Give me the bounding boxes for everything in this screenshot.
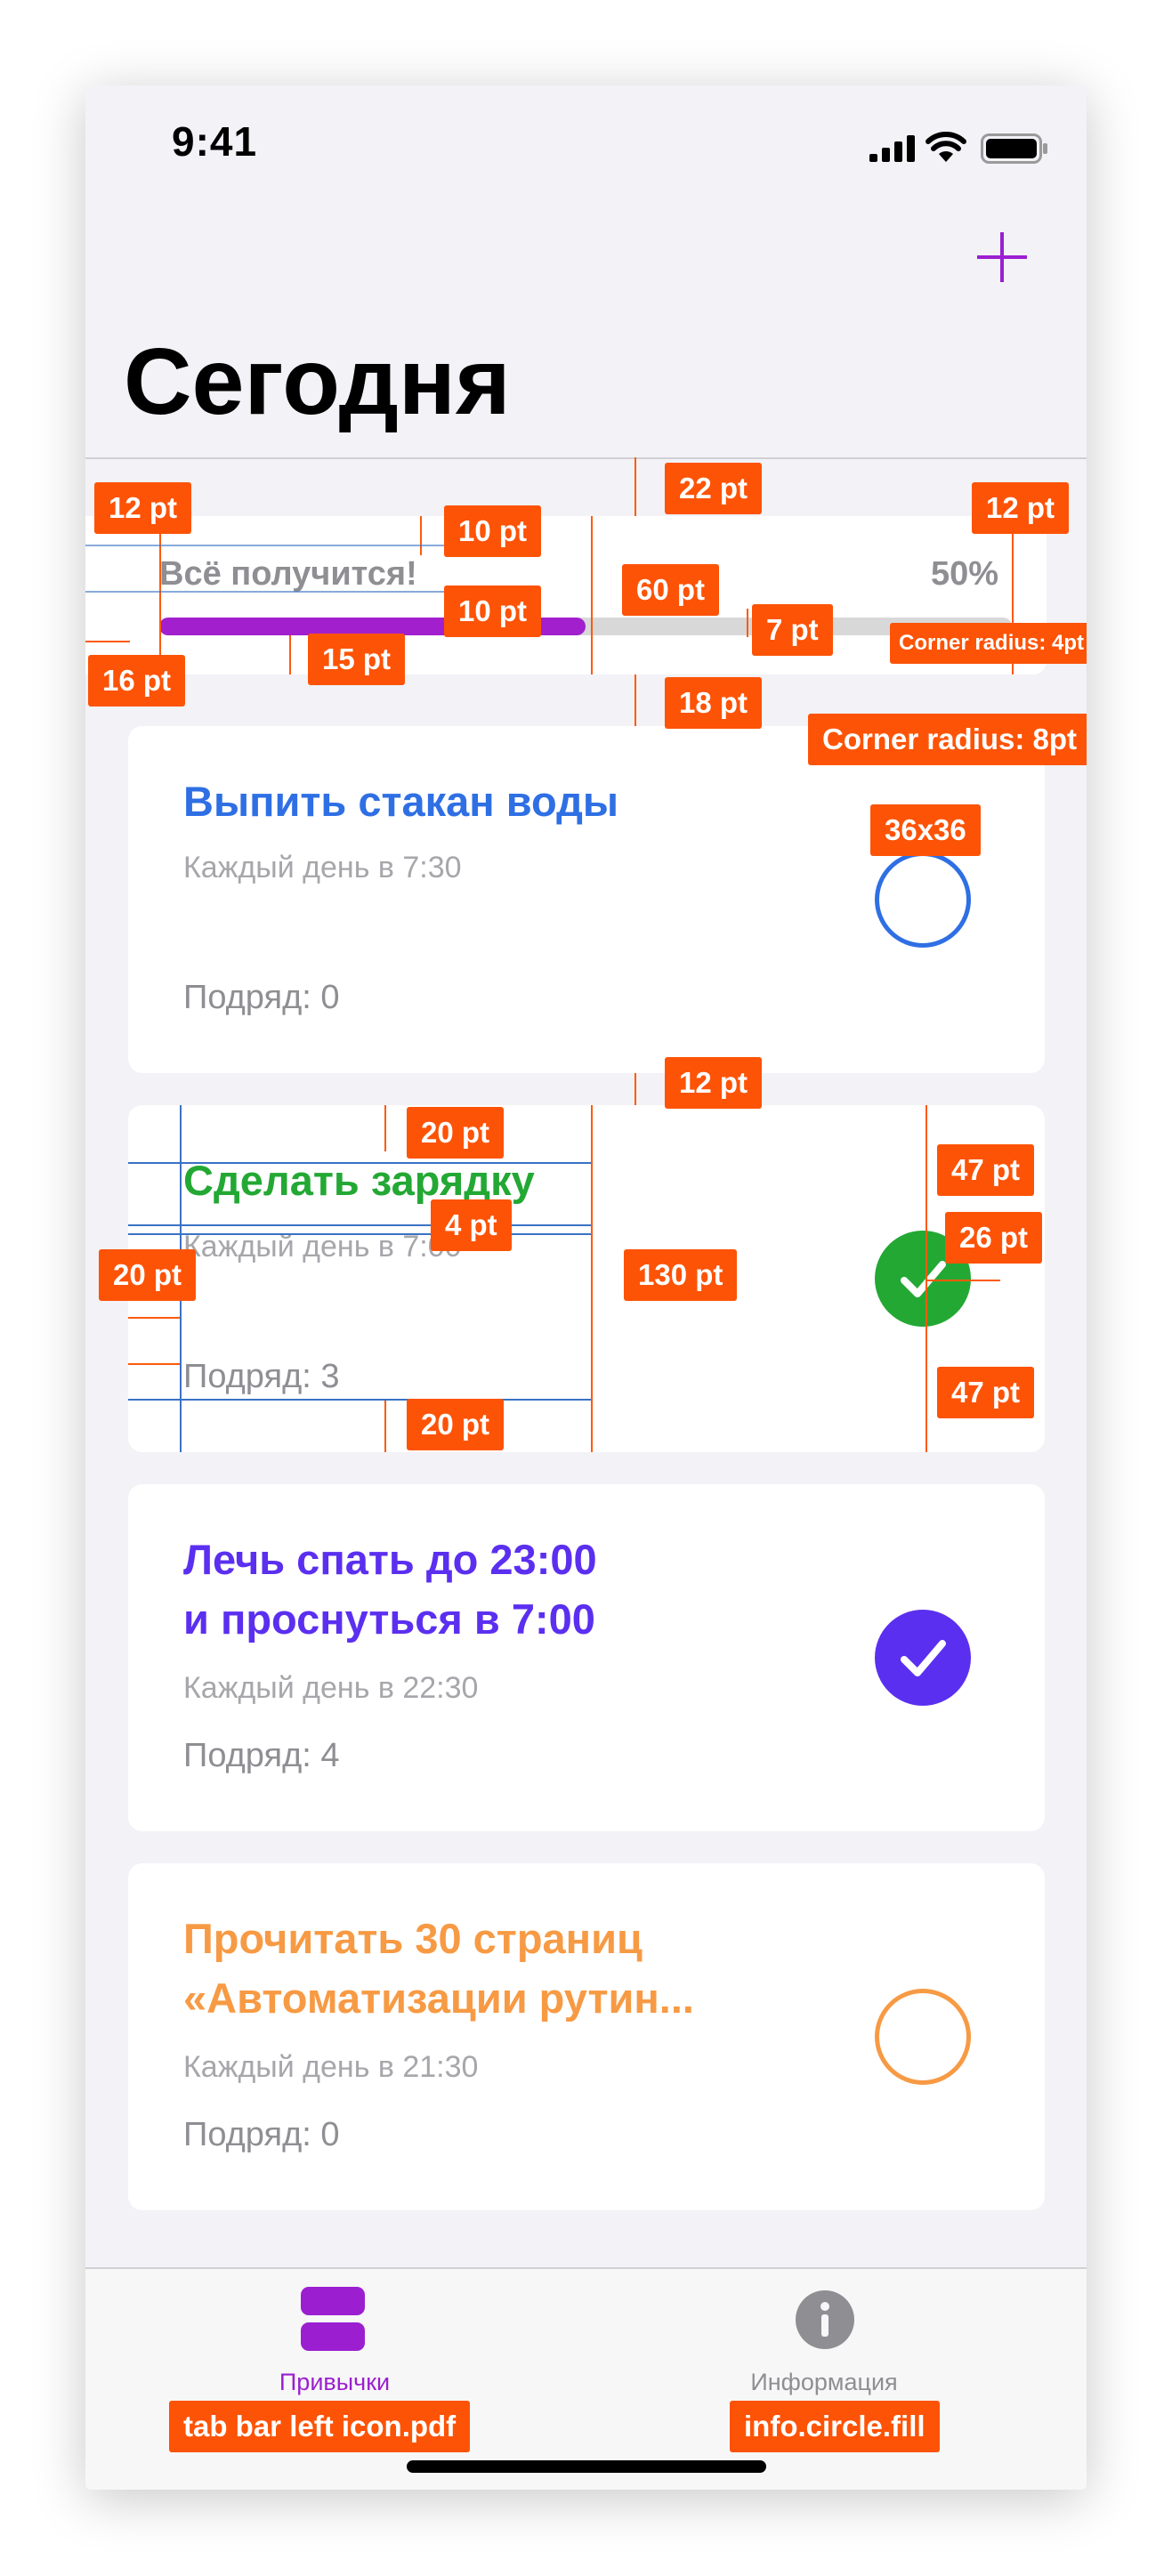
habit-streak: Подряд: 4 bbox=[183, 1737, 340, 1774]
annotation-tag: 47 pt bbox=[937, 1367, 1035, 1418]
habit-schedule: Каждый день в 22:30 bbox=[183, 1671, 479, 1705]
annotation-tag: 15 pt bbox=[308, 634, 406, 685]
habit-card[interactable]: Прочитать 30 страниц «Автоматизации рути… bbox=[128, 1863, 1045, 2210]
phone-screen: 9:41 Сегодня Всё получится! 50% Выпить с… bbox=[85, 85, 1087, 2490]
progress-percent: 50% bbox=[931, 555, 999, 593]
signal-icon bbox=[869, 135, 916, 162]
annotation-tag: 20 pt bbox=[407, 1399, 505, 1450]
annotation-line bbox=[128, 1162, 591, 1164]
add-habit-plus-icon[interactable] bbox=[977, 232, 1027, 282]
annotation-line bbox=[85, 591, 477, 593]
annotation-tag: 16 pt bbox=[88, 655, 186, 707]
annotation-line bbox=[591, 516, 593, 674]
annotation-line bbox=[747, 609, 748, 637]
tab-habits-label: Привычки bbox=[279, 2369, 391, 2395]
annotation-tag: 12 pt bbox=[972, 482, 1070, 534]
home-indicator bbox=[407, 2460, 766, 2473]
annotation-line bbox=[384, 1105, 386, 1151]
annotation-line bbox=[634, 1073, 636, 1105]
info-circle-fill-icon bbox=[796, 2290, 854, 2349]
habit-streak: Подряд: 0 bbox=[183, 979, 340, 1016]
annotation-tag: 36x36 bbox=[870, 804, 981, 856]
annotation-tag: info.circle.fill bbox=[730, 2401, 940, 2452]
annotation-line bbox=[128, 1399, 591, 1401]
annotation-tag: Corner radius: 8pt bbox=[808, 714, 1087, 765]
annotation-tag: 22 pt bbox=[665, 463, 763, 514]
progress-label: Всё получится! bbox=[159, 555, 417, 593]
habit-title: Выпить стакан воды bbox=[183, 778, 619, 825]
habit-streak: Подряд: 3 bbox=[183, 1358, 340, 1395]
annotation-line bbox=[128, 1224, 591, 1226]
annotation-line bbox=[925, 1280, 1000, 1281]
habit-card[interactable]: Выпить стакан воды Каждый день в 7:30 По… bbox=[128, 726, 1045, 1073]
tab-info-label: Информация bbox=[750, 2369, 898, 2395]
habit-schedule: Каждый день в 21:30 bbox=[183, 2050, 479, 2084]
battery-icon bbox=[981, 133, 1048, 164]
annotation-line bbox=[85, 641, 130, 642]
annotation-line bbox=[384, 1399, 386, 1452]
annotation-tag: 7 pt bbox=[752, 604, 833, 656]
habit-schedule: Каждый день в 7:30 bbox=[183, 851, 462, 884]
annotation-tag: Corner radius: 4pt bbox=[890, 623, 1087, 664]
wifi-icon bbox=[925, 132, 966, 164]
annotation-tag: tab bar left icon.pdf bbox=[169, 2401, 471, 2452]
habit-streak: Подряд: 0 bbox=[183, 2116, 340, 2153]
header-divider bbox=[85, 457, 1087, 459]
status-time: 9:41 bbox=[172, 118, 258, 165]
annotation-line bbox=[925, 1105, 927, 1452]
annotation-tag: 130 pt bbox=[624, 1249, 738, 1301]
annotation-tag: 60 pt bbox=[622, 564, 720, 616]
annotation-line bbox=[128, 1317, 180, 1319]
annotation-tag: 10 pt bbox=[444, 505, 542, 557]
annotation-line bbox=[159, 516, 161, 674]
habit-title: Лечь спать до 23:00 и проснуться в 7:00 bbox=[183, 1536, 597, 1643]
annotation-line bbox=[128, 1233, 591, 1235]
page-title: Сегодня bbox=[124, 329, 511, 434]
annotation-tag: 10 pt bbox=[444, 585, 542, 637]
habit-title: Прочитать 30 страниц «Автоматизации рути… bbox=[183, 1915, 694, 2022]
annotation-tag: 47 pt bbox=[937, 1144, 1035, 1196]
annotation-line bbox=[634, 674, 636, 726]
habit-check-circle-icon[interactable] bbox=[875, 1989, 971, 2085]
habit-card[interactable]: Лечь спать до 23:00 и проснуться в 7:00 … bbox=[128, 1484, 1045, 1831]
annotation-tag: 12 pt bbox=[94, 482, 192, 534]
annotation-line bbox=[289, 635, 291, 674]
annotation-tag: 18 pt bbox=[665, 677, 763, 729]
tab-habits[interactable]: Привычки bbox=[219, 2280, 450, 2413]
annotation-tag: 20 pt bbox=[99, 1249, 197, 1301]
habits-icon bbox=[301, 2287, 365, 2351]
annotation-tag: 20 pt bbox=[407, 1107, 505, 1159]
annotation-tag: 12 pt bbox=[665, 1057, 763, 1109]
annotation-line bbox=[85, 545, 477, 546]
annotation-tag: 4 pt bbox=[431, 1199, 512, 1251]
habit-check-circle-icon[interactable] bbox=[875, 852, 971, 948]
tab-info[interactable]: Информация bbox=[708, 2280, 940, 2413]
habit-checkmark-icon[interactable] bbox=[875, 1610, 971, 1706]
annotation-line bbox=[420, 516, 422, 555]
annotation-line bbox=[591, 1105, 593, 1452]
annotation-line bbox=[634, 457, 636, 516]
annotation-tag: 26 pt bbox=[945, 1212, 1043, 1264]
annotation-line bbox=[128, 1363, 180, 1365]
